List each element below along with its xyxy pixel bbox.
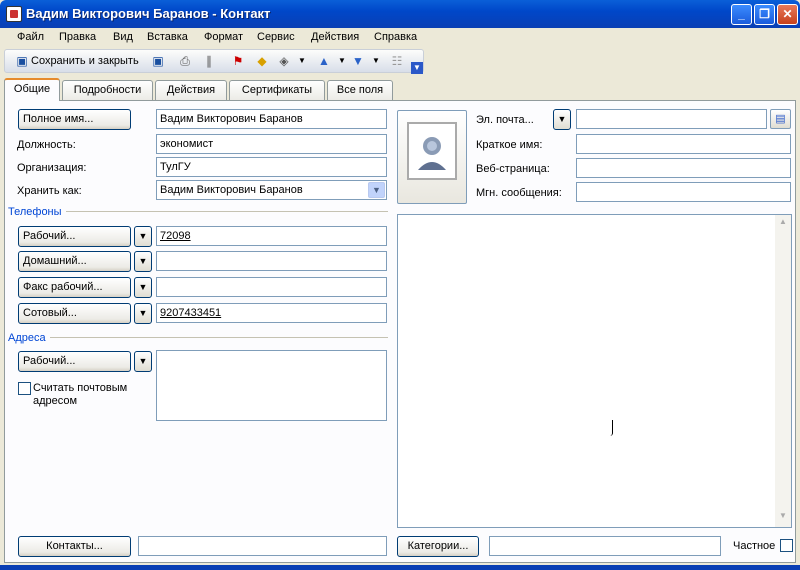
contact-picture-frame	[407, 122, 457, 180]
phones-divider	[66, 211, 388, 212]
phone-fax-button[interactable]: Факс рабочий...	[18, 277, 131, 298]
menu-help[interactable]: Справка	[374, 31, 417, 43]
chevron-down-icon[interactable]: ▼	[368, 182, 385, 198]
phone-mobile-field[interactable]: 9207433451	[156, 303, 387, 323]
menu-insert[interactable]: Вставка	[147, 31, 188, 43]
address-divider	[50, 337, 388, 338]
categories-button[interactable]: Категории...	[397, 536, 479, 557]
scroll-up-icon[interactable]: ▲	[776, 217, 790, 231]
display-name-field[interactable]	[576, 134, 791, 154]
display-name-label: Краткое имя:	[476, 139, 543, 151]
phone-fax-dropdown-icon[interactable]: ▼	[134, 277, 152, 298]
person-icon	[418, 137, 446, 170]
scroll-down-icon[interactable]: ▼	[776, 511, 790, 525]
toolbar-options-icon[interactable]: ▼	[411, 62, 423, 74]
categories-field[interactable]	[489, 536, 721, 556]
save-and-close-button[interactable]: Сохранить и закрыть	[31, 55, 139, 67]
mailing-address-label: Считать почтовым адресом	[33, 382, 128, 407]
phone-work-field[interactable]: 72098	[156, 226, 387, 246]
address-dropdown-icon[interactable]: ▼	[134, 351, 152, 372]
private-label: Частное	[733, 540, 776, 552]
phone-mobile-dropdown-icon[interactable]: ▼	[134, 303, 152, 324]
address-field[interactable]	[156, 350, 387, 421]
save-disk-icon[interactable]: ▣	[150, 53, 166, 69]
tab-details[interactable]: Подробности	[62, 80, 153, 100]
web-page-label: Веб-страница:	[476, 163, 550, 175]
phone-home-field[interactable]	[156, 251, 387, 271]
phone-home-dropdown-icon[interactable]: ▼	[134, 251, 152, 272]
private-checkbox[interactable]	[780, 539, 793, 552]
tab-certificates[interactable]: Сертификаты	[229, 80, 325, 100]
im-address-label: Мгн. сообщения:	[476, 187, 562, 199]
email-dropdown-icon[interactable]: ▼	[553, 109, 571, 130]
address-book-icon[interactable]: ▤	[770, 109, 791, 129]
email-label[interactable]: Эл. почта...	[476, 114, 534, 126]
contacts-button[interactable]: Контакты...	[18, 536, 131, 557]
flag-icon[interactable]: ⚑	[230, 53, 246, 69]
phone-fax-field[interactable]	[156, 277, 387, 297]
phones-section-title: Телефоны	[8, 206, 62, 218]
address-section-title: Адреса	[8, 332, 46, 344]
menu-format[interactable]: Формат	[204, 31, 243, 43]
contact-window-icon[interactable]	[6, 6, 22, 22]
card-dropdown-icon[interactable]: ▼	[294, 53, 310, 69]
card-icon[interactable]: ◈	[276, 53, 292, 69]
tab-all-fields[interactable]: Все поля	[327, 80, 393, 100]
phone-mobile-button[interactable]: Сотовый...	[18, 303, 131, 324]
window-title: Вадим Викторович Баранов - Контакт	[26, 6, 271, 21]
notes-scrollbar[interactable]	[775, 215, 791, 527]
contacts-field[interactable]	[138, 536, 387, 556]
position-field[interactable]: экономист	[156, 134, 387, 154]
restore-button[interactable]: ❐	[754, 4, 775, 25]
minimize-button[interactable]: _	[731, 4, 752, 25]
menu-actions[interactable]: Действия	[311, 31, 359, 43]
previous-dropdown-icon[interactable]: ▼	[334, 53, 350, 69]
close-button[interactable]: ✕	[777, 4, 798, 25]
menu-edit[interactable]: Правка	[59, 31, 96, 43]
phone-home-button[interactable]: Домашний...	[18, 251, 131, 272]
mailing-address-checkbox[interactable]	[18, 382, 31, 395]
print-icon[interactable]: ⎙	[177, 53, 193, 69]
previous-item-icon[interactable]: ▲	[316, 53, 332, 69]
address-book-icon[interactable]: ☷	[389, 53, 405, 69]
activities-icon[interactable]: ◆	[254, 53, 270, 69]
tab-general[interactable]: Общие	[4, 78, 60, 101]
organization-field[interactable]: ТулГУ	[156, 157, 387, 177]
file-as-label: Хранить как:	[17, 185, 82, 197]
tab-activities[interactable]: Действия	[155, 80, 227, 100]
menu-file[interactable]: Файл	[17, 31, 44, 43]
email-field[interactable]	[576, 109, 767, 129]
attach-icon[interactable]: ∥	[201, 53, 217, 69]
position-label: Должность:	[17, 139, 76, 151]
file-as-select[interactable]: Вадим Викторович Баранов	[156, 180, 387, 200]
full-name-field[interactable]: Вадим Викторович Баранов	[156, 109, 387, 129]
organization-label: Организация:	[17, 162, 87, 174]
text-cursor-icon	[607, 420, 613, 436]
next-dropdown-icon[interactable]: ▼	[368, 53, 384, 69]
notes-textarea[interactable]	[397, 214, 792, 528]
im-address-field[interactable]	[576, 182, 791, 202]
phone-work-dropdown-icon[interactable]: ▼	[134, 226, 152, 247]
next-item-icon[interactable]: ▼	[350, 53, 366, 69]
menu-view[interactable]: Вид	[113, 31, 133, 43]
address-work-button[interactable]: Рабочий...	[18, 351, 131, 372]
menu-tools[interactable]: Сервис	[257, 31, 295, 43]
web-page-field[interactable]	[576, 158, 791, 178]
window-bottom-border	[0, 565, 800, 570]
full-name-button[interactable]: Полное имя...	[18, 109, 131, 130]
phone-work-button[interactable]: Рабочий...	[18, 226, 131, 247]
save-icon: ▣	[16, 54, 28, 68]
